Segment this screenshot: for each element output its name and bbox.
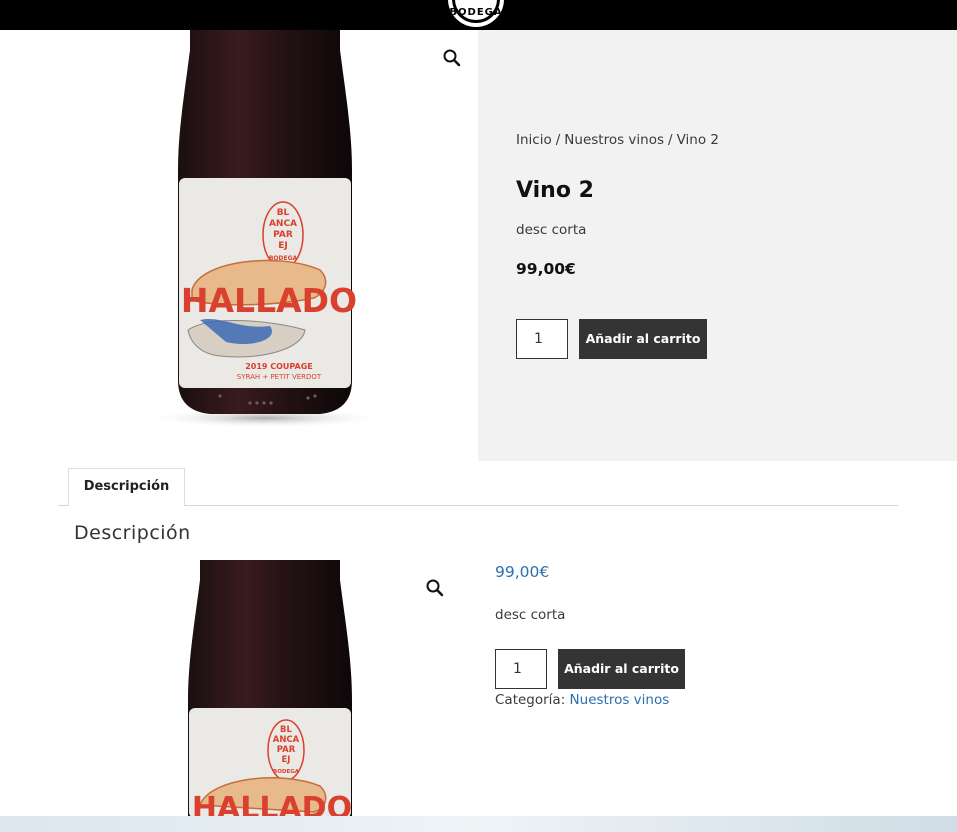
product-title: Vino 2 — [516, 178, 594, 203]
label-grapes: SYRAH + PETIT VERDOT — [237, 373, 322, 381]
product-page: BODEGA BL ANCA PAR EJ BODEGA HALLADO 201… — [0, 0, 957, 832]
label-brand-2: ANCA — [269, 219, 297, 229]
label-brand-4: EJ — [282, 755, 291, 765]
short-description: desc corta — [516, 222, 587, 238]
site-header: BODEGA — [0, 0, 957, 30]
label-brand-5: BODEGA — [273, 769, 300, 775]
label-brand-2: ANCA — [273, 735, 300, 745]
footer-band — [0, 816, 957, 832]
description-price: 99,00€ — [495, 563, 550, 581]
label-brand-1: BL — [280, 725, 292, 735]
category-label: Categoría: — [495, 692, 566, 708]
breadcrumb-home[interactable]: Inicio — [516, 132, 552, 148]
quantity-input-secondary[interactable]: 1 — [495, 649, 547, 689]
label-vintage: 2019 COUPAGE — [245, 362, 313, 371]
label-brand-3: PAR — [273, 230, 293, 240]
label-brand-4: EJ — [278, 241, 288, 251]
breadcrumb-current: Vino 2 — [676, 132, 719, 148]
description-short-text: desc corta — [495, 607, 566, 623]
add-to-cart-button[interactable]: Añadir al carrito — [579, 319, 707, 359]
label-brand-1: BL — [277, 208, 290, 218]
product-category: Categoría: Nuestros vinos — [495, 692, 669, 708]
quantity-input[interactable]: 1 — [516, 319, 568, 359]
label-name: HALLADO — [181, 281, 357, 320]
product-image[interactable]: BL ANCA PAR EJ BODEGA HALLADO 2019 COUPA… — [130, 30, 400, 430]
product-summary-panel — [478, 30, 957, 461]
breadcrumb-category[interactable]: Nuestros vinos — [564, 132, 664, 148]
magnifier-icon[interactable] — [441, 47, 463, 69]
logo-text: BODEGA — [449, 7, 503, 18]
label-name: HALLADO — [192, 791, 352, 818]
product-price: 99,00€ — [516, 260, 576, 278]
description-heading: Descripción — [74, 522, 191, 544]
magnifier-icon[interactable] — [424, 577, 446, 599]
breadcrumb-separator: / — [668, 132, 673, 148]
breadcrumb-separator: / — [555, 132, 561, 148]
description-product-image[interactable]: BL ANCA PAR EJ BODEGA HALLADO — [140, 560, 400, 818]
label-brand-3: PAR — [277, 745, 296, 755]
site-logo[interactable]: BODEGA — [445, 0, 507, 30]
breadcrumb: Inicio / Nuestros vinos / Vino 2 — [516, 132, 719, 148]
category-link[interactable]: Nuestros vinos — [570, 692, 670, 708]
add-to-cart-button-secondary[interactable]: Añadir al carrito — [558, 649, 685, 689]
tab-descripcion[interactable]: Descripción — [68, 468, 185, 506]
